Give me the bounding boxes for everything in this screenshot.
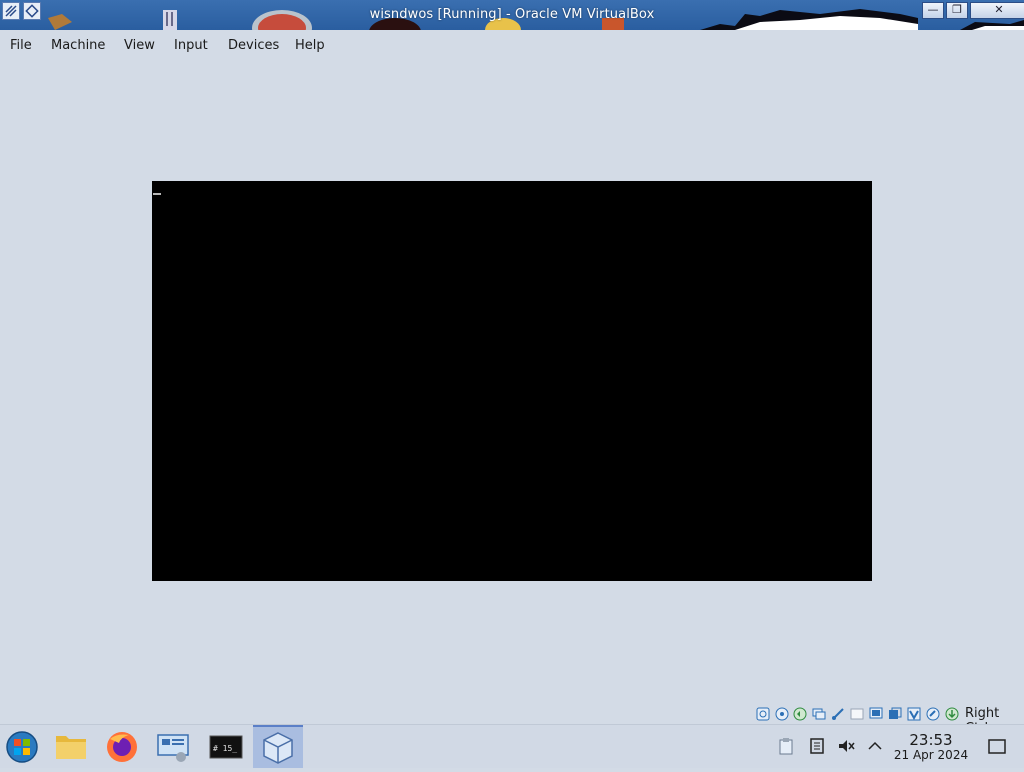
system-settings-icon xyxy=(157,734,189,762)
clipboard-icon[interactable] xyxy=(777,737,795,755)
vm-status-bar: Right Ctrl xyxy=(0,704,1024,736)
close-button[interactable]: ✕ xyxy=(970,2,1024,19)
usb-icon[interactable] xyxy=(831,706,845,720)
menu-help[interactable]: Help xyxy=(295,38,325,53)
menu-devices[interactable]: Devices xyxy=(228,38,279,53)
terminal-button[interactable]: # 15_ xyxy=(201,725,251,768)
shared-folders-icon[interactable] xyxy=(850,706,864,720)
keyboard-icon[interactable] xyxy=(945,706,959,721)
start-menu-button[interactable] xyxy=(0,725,50,768)
virtualbox-button[interactable] xyxy=(253,725,303,768)
chevron-up-icon[interactable] xyxy=(866,737,884,755)
show-desktop-icon[interactable] xyxy=(988,738,1006,756)
network-icon[interactable] xyxy=(812,706,826,720)
firefox-icon xyxy=(107,732,137,762)
terminal-icon-text: # 15_ xyxy=(213,744,237,753)
firefox-button[interactable] xyxy=(97,725,147,768)
minimize-icon: — xyxy=(927,3,939,16)
volume-muted-icon[interactable] xyxy=(837,737,855,755)
window-titlebar[interactable]: wisndwos [Running] - Oracle VM VirtualBo… xyxy=(0,0,1024,30)
display-icon[interactable] xyxy=(869,706,883,720)
menu-input[interactable]: Input xyxy=(174,38,208,53)
virtualization-icon[interactable] xyxy=(907,706,921,721)
menu-bar: File Machine View Input Devices Help xyxy=(0,30,1024,62)
file-manager-button[interactable] xyxy=(46,725,96,768)
file-manager-icon xyxy=(56,736,86,759)
clock-date[interactable]: 21 Apr 2024 xyxy=(890,748,972,762)
menu-view[interactable]: View xyxy=(124,38,155,53)
virtualbox-icon xyxy=(263,732,293,764)
vm-display[interactable] xyxy=(152,181,872,581)
maximize-icon: ❐ xyxy=(952,3,962,16)
close-icon: ✕ xyxy=(994,3,1004,16)
minimize-button[interactable]: — xyxy=(922,2,944,19)
terminal-icon: # 15_ xyxy=(209,735,243,759)
optical-drive-icon[interactable] xyxy=(775,706,789,721)
start-menu-icon xyxy=(6,731,38,763)
menu-file[interactable]: File xyxy=(10,38,32,53)
menu-machine[interactable]: Machine xyxy=(51,38,105,53)
text-cursor xyxy=(153,193,161,195)
hard-disk-icon[interactable] xyxy=(756,706,770,721)
mouse-integration-icon[interactable] xyxy=(926,706,940,721)
maximize-button[interactable]: ❐ xyxy=(946,2,968,19)
recording-icon[interactable] xyxy=(888,706,902,720)
notes-icon[interactable] xyxy=(808,737,826,755)
system-settings-button[interactable] xyxy=(148,725,198,768)
window-title: wisndwos [Running] - Oracle VM VirtualBo… xyxy=(369,7,655,22)
taskbar: # 15_ 23:53 21 Apr 2024 xyxy=(0,724,1024,768)
clock-time[interactable]: 23:53 xyxy=(894,731,968,749)
audio-icon[interactable] xyxy=(793,706,807,721)
